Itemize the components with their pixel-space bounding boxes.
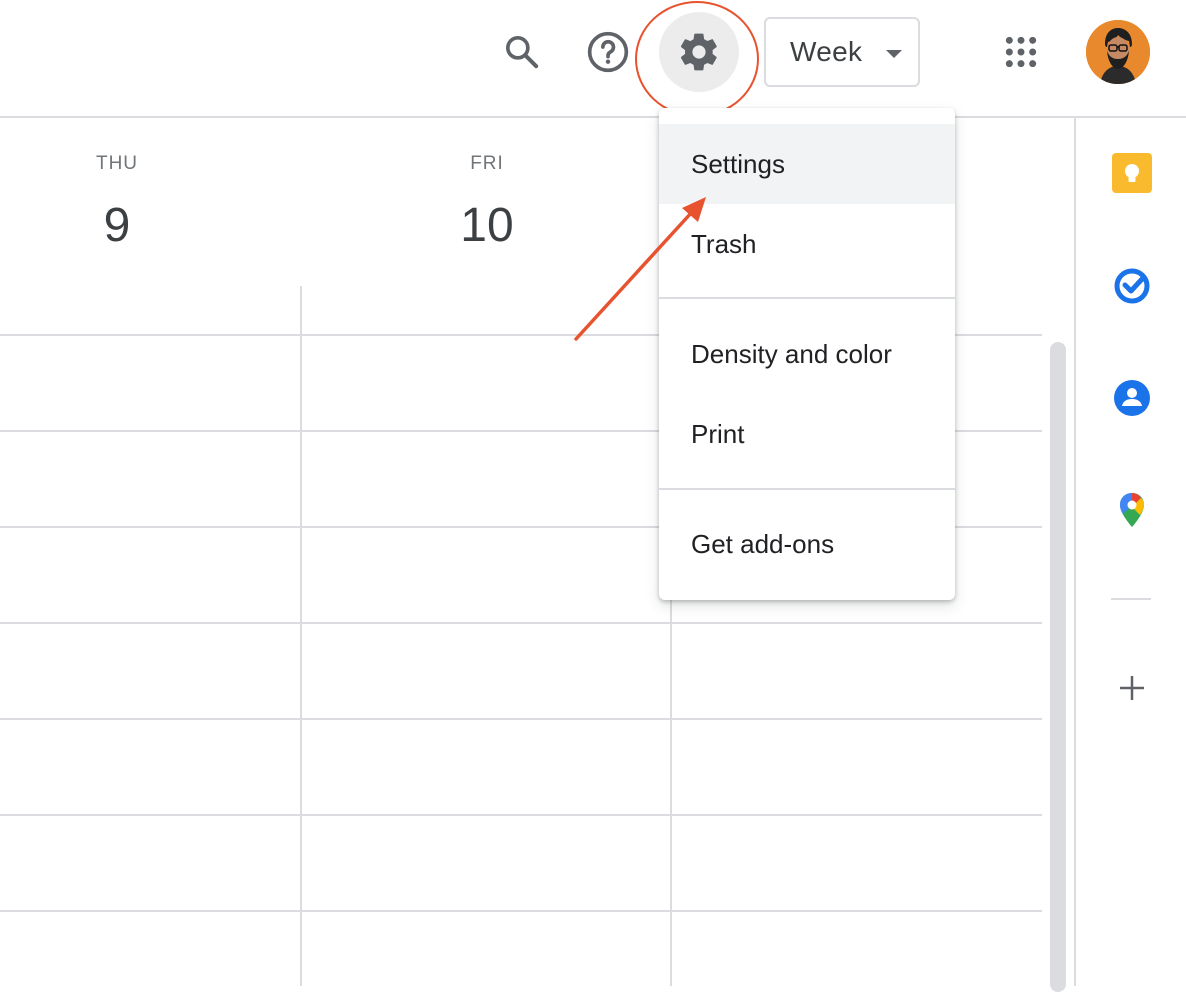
annotation-arrow: [574, 197, 706, 341]
